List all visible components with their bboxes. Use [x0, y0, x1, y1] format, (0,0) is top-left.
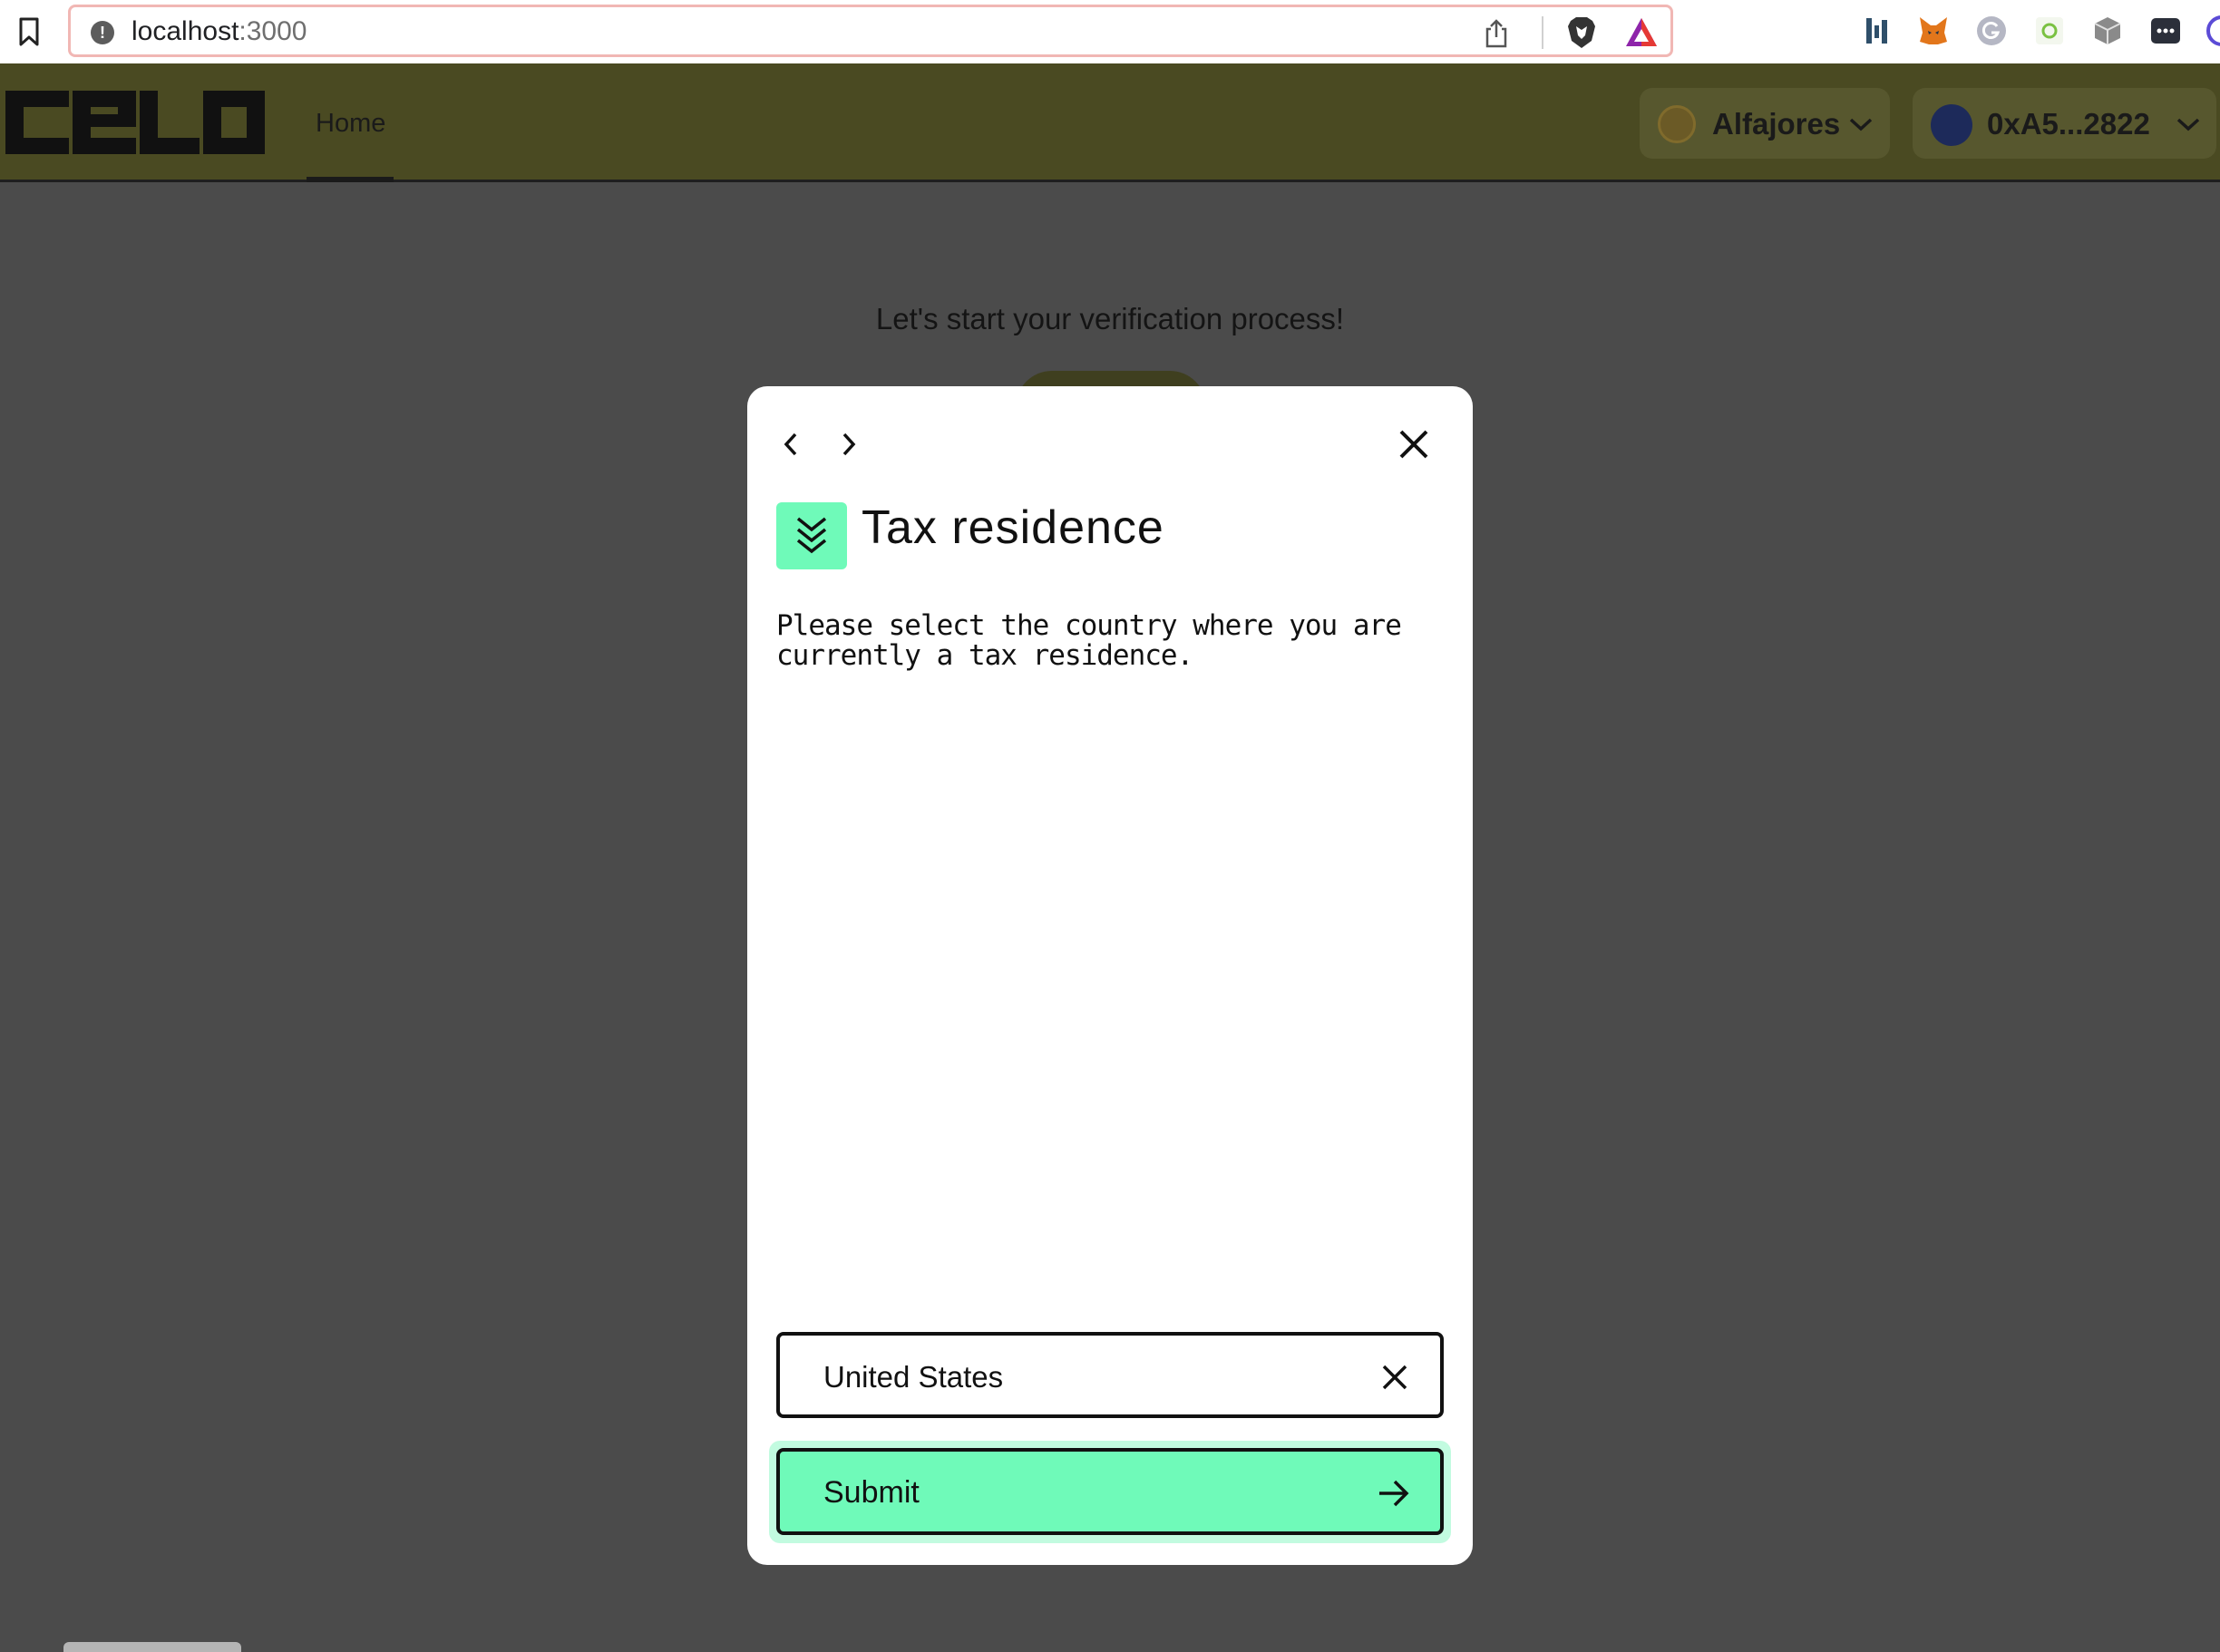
share-icon[interactable] [1483, 18, 1510, 49]
extension-edge-icon[interactable] [2205, 15, 2220, 47]
brave-shield-icon[interactable] [1565, 15, 1598, 50]
clear-selection-icon[interactable] [1380, 1363, 1409, 1392]
url-host: localhost [131, 16, 239, 46]
tax-residence-dialog: Tax residence Please select the country … [747, 386, 1473, 1565]
chevron-right-icon[interactable] [838, 430, 860, 459]
network-selector[interactable]: Alfajores [1640, 88, 1890, 159]
close-icon[interactable] [1397, 428, 1430, 461]
double-chevron-down-icon [776, 502, 847, 569]
submit-focus-ring: Submit [769, 1441, 1451, 1543]
browser-toolbar: ! localhost:3000 [0, 0, 2220, 63]
address-bar-url[interactable]: localhost:3000 [131, 16, 307, 47]
more-icon[interactable] [2149, 15, 2182, 47]
url-port: :3000 [239, 16, 307, 46]
address-bar[interactable]: ! localhost:3000 [68, 5, 1673, 57]
network-icon [1658, 105, 1696, 143]
cube-icon[interactable] [2091, 15, 2124, 47]
submit-label: Submit [823, 1475, 920, 1510]
dialog-description: Please select the country where you are … [776, 609, 1402, 672]
address-bar-divider [1542, 16, 1543, 49]
arrow-right-icon [1379, 1480, 1409, 1507]
account-avatar [1931, 104, 1972, 146]
horizontal-scrollbar[interactable] [63, 1642, 241, 1652]
country-select-value: United States [823, 1360, 1004, 1394]
verification-heading: Let's start your verification process! [875, 302, 1345, 335]
info-warning-icon[interactable]: ! [91, 21, 114, 44]
dialog-title: Tax residence [862, 501, 1164, 554]
account-selector[interactable]: 0xA5...2822 [1913, 88, 2216, 159]
extension-green-icon[interactable] [2033, 15, 2066, 47]
metamask-fox-icon[interactable] [1917, 15, 1950, 47]
app-header: celo Home Alfajores 0xA5...2822 [0, 63, 2220, 182]
nav-home-label: Home [316, 109, 386, 138]
submit-button[interactable]: Submit [776, 1448, 1444, 1535]
chevron-left-icon[interactable] [780, 430, 802, 459]
chevron-down-icon [2176, 118, 2200, 131]
chevron-down-icon [1849, 118, 1873, 131]
grammarly-icon[interactable] [1975, 15, 2008, 47]
celo-logo[interactable]: celo [5, 91, 265, 154]
country-select[interactable]: United States [776, 1332, 1444, 1418]
account-address: 0xA5...2822 [1987, 107, 2150, 141]
network-label: Alfajores [1712, 107, 1841, 141]
bat-rewards-icon[interactable] [1624, 16, 1659, 49]
extension-bars-icon[interactable] [1861, 15, 1894, 47]
bookmark-icon[interactable] [16, 16, 42, 47]
nav-home-tab[interactable]: Home [307, 63, 394, 182]
